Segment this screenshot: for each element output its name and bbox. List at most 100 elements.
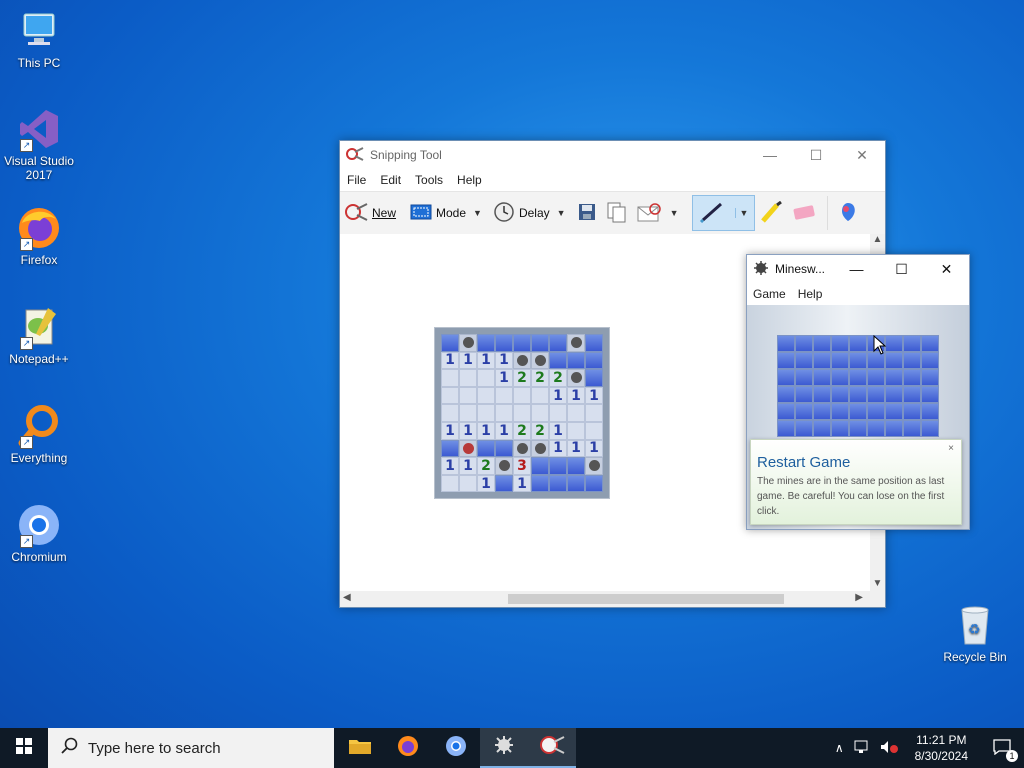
- covered-cell[interactable]: [777, 403, 795, 420]
- covered-cell[interactable]: [921, 386, 939, 403]
- covered-cell[interactable]: [849, 335, 867, 352]
- covered-cell[interactable]: [885, 369, 903, 386]
- covered-cell[interactable]: [777, 420, 795, 437]
- snipping-title-bar[interactable]: Snipping Tool — ☐ ✕: [340, 141, 885, 169]
- taskbar-firefox[interactable]: [384, 728, 432, 768]
- covered-cell[interactable]: [921, 352, 939, 369]
- covered-cell[interactable]: [885, 403, 903, 420]
- covered-cell[interactable]: [849, 403, 867, 420]
- desktop-icon-firefox[interactable]: ↗ Firefox: [4, 205, 74, 267]
- delay-button[interactable]: Delay ▼: [489, 196, 573, 230]
- menu-tools[interactable]: Tools: [408, 173, 450, 187]
- covered-cell[interactable]: [921, 335, 939, 352]
- covered-cell[interactable]: [813, 420, 831, 437]
- minesweeper-window[interactable]: Minesw... — ☐ ✕ Game Help × Restart Game…: [746, 254, 970, 530]
- minesweeper-minimize-button[interactable]: —: [834, 255, 879, 283]
- covered-cell[interactable]: [903, 335, 921, 352]
- save-snip-button[interactable]: [573, 196, 601, 230]
- desktop-icon-this-pc[interactable]: This PC: [4, 8, 74, 70]
- menu-edit[interactable]: Edit: [373, 173, 408, 187]
- covered-cell[interactable]: [867, 420, 885, 437]
- horizontal-scroll-thumb[interactable]: [508, 594, 784, 604]
- taskbar-search-box[interactable]: Type here to search: [48, 728, 334, 768]
- covered-cell[interactable]: [813, 403, 831, 420]
- covered-cell[interactable]: [831, 420, 849, 437]
- taskbar-clock[interactable]: 11:21 PM 8/30/2024: [903, 732, 980, 764]
- covered-cell[interactable]: [849, 420, 867, 437]
- minesweeper-maximize-button[interactable]: ☐: [879, 255, 924, 283]
- covered-cell[interactable]: [921, 420, 939, 437]
- desktop-icon-notepadpp[interactable]: ↗ Notepad++: [4, 304, 74, 366]
- desktop-icon-chromium[interactable]: ↗ Chromium: [4, 502, 74, 564]
- minesweeper-close-button[interactable]: ✕: [924, 255, 969, 283]
- covered-cell[interactable]: [795, 420, 813, 437]
- mode-dropdown-arrow-icon[interactable]: ▼: [470, 208, 485, 218]
- pen-button[interactable]: ▼: [691, 195, 756, 231]
- start-button[interactable]: [0, 728, 48, 768]
- covered-cell[interactable]: [831, 369, 849, 386]
- covered-cell[interactable]: [795, 335, 813, 352]
- show-hidden-icons-chevron-icon[interactable]: ∧: [830, 741, 849, 755]
- close-button[interactable]: ✕: [839, 141, 885, 169]
- send-dropdown-arrow-icon[interactable]: ▼: [667, 208, 682, 218]
- delay-dropdown-arrow-icon[interactable]: ▼: [554, 208, 569, 218]
- minesweeper-field[interactable]: [777, 335, 939, 437]
- horizontal-scrollbar[interactable]: ◀ ▶: [340, 591, 885, 607]
- scroll-up-arrow-icon[interactable]: ▲: [870, 234, 885, 245]
- covered-cell[interactable]: [813, 352, 831, 369]
- covered-cell[interactable]: [777, 335, 795, 352]
- covered-cell[interactable]: [831, 403, 849, 420]
- action-center-button[interactable]: 1: [980, 728, 1024, 768]
- scroll-right-arrow-icon[interactable]: ▶: [855, 592, 863, 603]
- covered-cell[interactable]: [885, 352, 903, 369]
- minesweeper-title-bar[interactable]: Minesw... — ☐ ✕: [747, 255, 969, 283]
- covered-cell[interactable]: [849, 369, 867, 386]
- eraser-button[interactable]: [787, 196, 821, 230]
- menu-file[interactable]: File: [340, 173, 373, 187]
- covered-cell[interactable]: [903, 403, 921, 420]
- covered-cell[interactable]: [885, 335, 903, 352]
- scroll-left-arrow-icon[interactable]: ◀: [343, 592, 351, 603]
- covered-cell[interactable]: [849, 352, 867, 369]
- covered-cell[interactable]: [813, 369, 831, 386]
- maximize-button[interactable]: ☐: [793, 141, 839, 169]
- scroll-down-arrow-icon[interactable]: ▼: [870, 578, 885, 589]
- send-snip-button[interactable]: ▼: [631, 196, 686, 230]
- covered-cell[interactable]: [885, 420, 903, 437]
- covered-cell[interactable]: [921, 369, 939, 386]
- highlighter-button[interactable]: [755, 196, 787, 230]
- covered-cell[interactable]: [831, 352, 849, 369]
- taskbar-snipping-tool[interactable]: [528, 728, 576, 768]
- covered-cell[interactable]: [795, 352, 813, 369]
- covered-cell[interactable]: [831, 335, 849, 352]
- restart-game-toast[interactable]: × Restart Game The mines are in the same…: [750, 439, 962, 525]
- covered-cell[interactable]: [867, 386, 885, 403]
- menu-help[interactable]: Help: [792, 287, 829, 301]
- covered-cell[interactable]: [903, 352, 921, 369]
- covered-cell[interactable]: [903, 386, 921, 403]
- taskbar-minesweeper[interactable]: [480, 728, 528, 768]
- copy-button[interactable]: [601, 196, 631, 230]
- covered-cell[interactable]: [813, 386, 831, 403]
- desktop-icon-recycle-bin[interactable]: ♻ Recycle Bin: [938, 602, 1012, 664]
- covered-cell[interactable]: [777, 369, 795, 386]
- toast-close-button[interactable]: ×: [948, 443, 954, 454]
- covered-cell[interactable]: [921, 403, 939, 420]
- covered-cell[interactable]: [903, 420, 921, 437]
- pen-dropdown-arrow-icon[interactable]: ▼: [734, 208, 753, 218]
- desktop-icon-everything[interactable]: ↗ Everything: [4, 403, 74, 465]
- minimize-button[interactable]: —: [747, 141, 793, 169]
- covered-cell[interactable]: [831, 386, 849, 403]
- covered-cell[interactable]: [885, 386, 903, 403]
- taskbar-chromium[interactable]: [432, 728, 480, 768]
- new-snip-button[interactable]: New: [340, 196, 400, 230]
- network-icon[interactable]: [849, 740, 875, 757]
- covered-cell[interactable]: [849, 386, 867, 403]
- covered-cell[interactable]: [777, 386, 795, 403]
- paint3d-button[interactable]: [827, 196, 862, 230]
- menu-help[interactable]: Help: [450, 173, 489, 187]
- taskbar-file-explorer[interactable]: [336, 728, 384, 768]
- covered-cell[interactable]: [795, 386, 813, 403]
- covered-cell[interactable]: [795, 369, 813, 386]
- mode-button[interactable]: Mode ▼: [406, 196, 489, 230]
